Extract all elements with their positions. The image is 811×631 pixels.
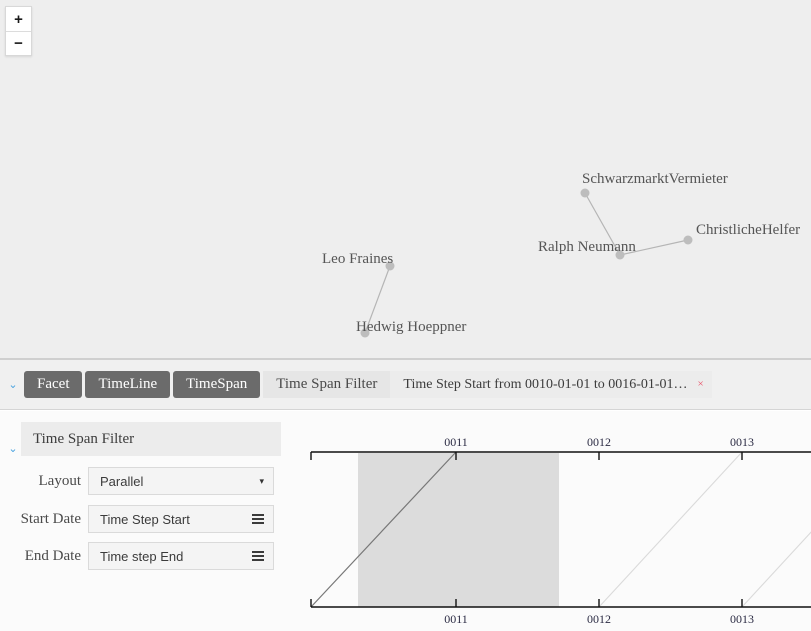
timespan-line[interactable] [599, 452, 742, 607]
graph-canvas[interactable]: Leo Fraines Hedwig Hoeppner Schwarzmarkt… [0, 0, 811, 358]
bottom-axis-tick-label: 0013 [730, 613, 754, 625]
top-axis-tick-label: 0012 [587, 436, 611, 448]
chevron-down-icon-tabbar[interactable]: ⌄ [4, 375, 22, 393]
panel-title: Time Span Filter [21, 422, 281, 456]
chevron-down-icon-panel[interactable]: ⌄ [4, 439, 22, 457]
bottom-axis-tick-label: 0011 [444, 613, 468, 625]
field-label-start-date: Start Date [0, 511, 88, 528]
field-label-layout: Layout [0, 473, 88, 490]
hamburger-icon [252, 551, 264, 561]
graph-node [581, 189, 590, 198]
tab-time-span-filter[interactable]: Time Span Filter [263, 371, 390, 398]
hamburger-icon [252, 514, 264, 524]
field-row-end-date: End Date Time step End [0, 542, 300, 570]
timespan-chart[interactable]: 0011 0012 0013 0011 0012 0013 [300, 411, 811, 631]
start-date-select-value: Time Step Start [100, 512, 190, 527]
caret-down-icon: ▾ [259, 477, 264, 486]
zoom-in-button[interactable]: + [6, 7, 31, 31]
node-label-christlichehelfer[interactable]: ChristlicheHelfer [696, 223, 800, 238]
time-span-filter-form: ⌄ Time Span Filter Layout Parallel ▾ Sta… [0, 411, 300, 631]
node-label-leo-fraines[interactable]: Leo Fraines [322, 252, 393, 267]
graph-node [684, 236, 693, 245]
start-date-select[interactable]: Time Step Start [88, 505, 274, 533]
close-icon[interactable]: × [698, 379, 704, 390]
graph-node-group [361, 189, 693, 338]
active-filter-chip[interactable]: Time Step Start from 0010-01-01 to 0016-… [390, 371, 711, 398]
tab-list: Facet TimeLine TimeSpan Time Span Filter… [24, 371, 712, 398]
field-row-layout: Layout Parallel ▾ [0, 467, 300, 495]
filter-chip-label: Time Step Start from 0010-01-01 to 0016-… [403, 377, 687, 393]
end-date-select[interactable]: Time step End [88, 542, 274, 570]
node-label-schwarzmarktvermieter[interactable]: SchwarzmarktVermieter [582, 172, 728, 187]
graph-edge-group [365, 193, 688, 333]
selection-band[interactable] [358, 453, 559, 607]
lower-panel: ⌄ Time Span Filter Layout Parallel ▾ Sta… [0, 411, 811, 631]
layout-select[interactable]: Parallel ▾ [88, 467, 274, 495]
tab-timeline[interactable]: TimeLine [85, 371, 170, 398]
field-label-end-date: End Date [0, 548, 88, 565]
bottom-axis-tick-label: 0012 [587, 613, 611, 625]
layout-select-value: Parallel [100, 474, 143, 489]
field-row-start-date: Start Date Time Step Start [0, 505, 300, 533]
timespan-line[interactable] [742, 452, 811, 607]
top-axis-tick-label: 0011 [444, 436, 468, 448]
top-axis-tick-label: 0013 [730, 436, 754, 448]
timespan-filter-app: Leo Fraines Hedwig Hoeppner Schwarzmarkt… [0, 0, 811, 631]
tab-timespan[interactable]: TimeSpan [173, 371, 260, 398]
zoom-controls: + − [5, 6, 32, 56]
node-label-hedwig-hoeppner[interactable]: Hedwig Hoeppner [356, 320, 466, 335]
tab-facet[interactable]: Facet [24, 371, 82, 398]
end-date-select-value: Time step End [100, 549, 183, 564]
zoom-out-button[interactable]: − [6, 31, 31, 55]
node-label-ralph-neumann[interactable]: Ralph Neumann [538, 240, 636, 255]
